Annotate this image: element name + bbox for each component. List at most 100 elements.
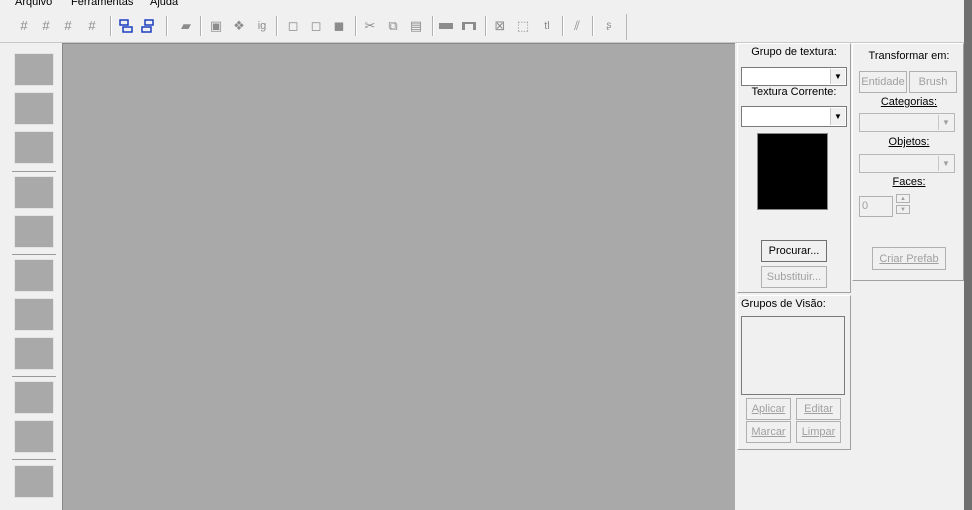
- toolbar-separator: [355, 16, 357, 36]
- brush-button-label: Brush: [918, 76, 948, 88]
- vision-groups-panel: Grupos de Visão: Aplicar Editar Marcar L…: [737, 295, 851, 450]
- objects-label-text: Objetos:: [888, 136, 930, 148]
- clear-button-label: Limpar: [801, 426, 836, 438]
- current-texture-combo[interactable]: ▼: [741, 106, 847, 127]
- palette-slot[interactable]: [14, 381, 54, 414]
- palette-slot[interactable]: [14, 420, 54, 453]
- vision-groups-label: Grupos de Visão:: [741, 298, 826, 310]
- palette-divider: [12, 376, 56, 377]
- categories-combo[interactable]: ▼: [859, 113, 955, 132]
- edit-button-label: Editar: [804, 403, 833, 415]
- eraser-icon[interactable]: ▰: [178, 18, 194, 34]
- objects-combo[interactable]: ▼: [859, 154, 955, 173]
- browse-button-label: Procurar...: [768, 245, 820, 257]
- create-prefab-button[interactable]: Criar Prefab: [872, 247, 946, 270]
- palette-slot[interactable]: [14, 92, 54, 125]
- brush-button[interactable]: Brush: [909, 71, 957, 93]
- chevron-down-icon[interactable]: ▼: [938, 156, 953, 171]
- stack-icon[interactable]: [118, 18, 134, 34]
- window-edge: [964, 0, 972, 510]
- menu-ferramentas[interactable]: Ferramentas: [71, 0, 133, 8]
- grid-icon[interactable]: #: [16, 18, 32, 34]
- clear-button[interactable]: Limpar: [796, 421, 841, 443]
- palette-divider: [12, 171, 56, 172]
- cube-solid-icon[interactable]: ◼: [331, 18, 347, 34]
- palette-slot[interactable]: [14, 465, 54, 498]
- faces-up-icon[interactable]: ▲: [896, 194, 910, 203]
- select-all-icon[interactable]: ▣: [208, 18, 224, 34]
- categories-label: Categorias:: [853, 96, 965, 108]
- menu-ajuda[interactable]: Ajuda: [150, 0, 178, 8]
- edit-button[interactable]: Editar: [796, 398, 841, 420]
- toolbar-separator: [200, 16, 202, 36]
- chevron-down-icon[interactable]: ▼: [938, 115, 953, 130]
- palette-divider: [12, 254, 56, 255]
- chevron-down-icon[interactable]: ▼: [830, 69, 845, 84]
- create-prefab-button-label: Criar Prefab: [879, 252, 939, 265]
- palette-slot[interactable]: [14, 259, 54, 292]
- transform-label: Transformar em:: [868, 50, 950, 62]
- toolbar-end: [626, 14, 627, 40]
- menu-arquivo[interactable]: Arquivo: [15, 0, 52, 8]
- faces-label-text: Faces:: [892, 176, 926, 188]
- texture-panel: Grupo de textura: ▼ Textura Corrente: ▼ …: [737, 43, 851, 293]
- toolbar-separator: [432, 16, 434, 36]
- objects-label: Objetos:: [853, 136, 965, 148]
- palette-slot[interactable]: [14, 337, 54, 370]
- entity-button[interactable]: Entidade: [859, 71, 907, 93]
- faces-down-icon[interactable]: ▼: [896, 205, 910, 214]
- dashed-select-icon[interactable]: ⬚: [515, 18, 531, 34]
- vision-groups-list[interactable]: [741, 316, 845, 395]
- editor-viewport[interactable]: [62, 43, 735, 510]
- group-icon[interactable]: ❖: [231, 18, 247, 34]
- toolbar-separator: [485, 16, 487, 36]
- flip-icon[interactable]: ⫽: [569, 18, 585, 34]
- mark-button-label: Marcar: [751, 426, 786, 438]
- toolbar-separator: [110, 16, 112, 36]
- texture-group-combo[interactable]: ▼: [741, 67, 847, 86]
- paste-icon[interactable]: ▤: [408, 18, 424, 34]
- grid-plus-icon[interactable]: #: [84, 18, 100, 34]
- replace-button[interactable]: Substituir...: [761, 266, 827, 288]
- text-tl-icon[interactable]: tl: [539, 18, 555, 34]
- grid-minus-icon[interactable]: #: [60, 18, 76, 34]
- toolbar-separator: [562, 16, 564, 36]
- browse-button[interactable]: Procurar...: [761, 240, 827, 262]
- categories-label-text: Categorias:: [880, 96, 938, 108]
- grid-numbered-icon[interactable]: #: [38, 18, 54, 34]
- texture-group-label: Grupo de textura:: [751, 46, 837, 58]
- menu-bar: Arquivo Ferramentas Ajuda: [0, 0, 972, 10]
- toolbar-separator: [592, 16, 594, 36]
- cut-icon[interactable]: ✂: [362, 18, 378, 34]
- replace-button-label: Substituir...: [766, 271, 822, 283]
- box-select-icon[interactable]: ⊠: [492, 18, 508, 34]
- current-texture-label: Textura Corrente:: [751, 86, 837, 98]
- faces-input[interactable]: 0: [859, 196, 893, 217]
- palette-divider: [12, 459, 56, 460]
- stack-alt-icon[interactable]: [140, 18, 156, 34]
- curve-icon[interactable]: ʂ: [601, 18, 617, 34]
- faces-label: Faces:: [853, 176, 965, 188]
- apply-button-label: Aplicar: [751, 403, 786, 415]
- texture-preview: [757, 133, 828, 210]
- wall-icon[interactable]: [438, 18, 454, 34]
- bridge-icon[interactable]: [461, 18, 477, 34]
- transform-panel: Transformar em: Entidade Brush Categoria…: [852, 43, 964, 281]
- palette-slot[interactable]: [14, 176, 54, 209]
- toolbar: # # # # ▰ ▣ ❖ ig ◻ ◻ ◼ ✂ ⧉ ▤ ⊠ ⬚ tl ⫽ ʂ: [0, 10, 972, 43]
- toolbar-separator: [166, 16, 168, 36]
- object-palette: [0, 43, 62, 510]
- cube-back-icon[interactable]: ◻: [308, 18, 324, 34]
- palette-slot[interactable]: [14, 53, 54, 86]
- cube-outline-icon[interactable]: ◻: [285, 18, 301, 34]
- apply-button[interactable]: Aplicar: [746, 398, 791, 420]
- ig-icon[interactable]: ig: [254, 18, 270, 34]
- palette-slot[interactable]: [14, 215, 54, 248]
- mark-button[interactable]: Marcar: [746, 421, 791, 443]
- copy-icon[interactable]: ⧉: [385, 18, 401, 34]
- chevron-down-icon[interactable]: ▼: [830, 108, 845, 125]
- palette-slot[interactable]: [14, 131, 54, 164]
- toolbar-separator: [276, 16, 278, 36]
- entity-button-label: Entidade: [861, 76, 905, 88]
- palette-slot[interactable]: [14, 298, 54, 331]
